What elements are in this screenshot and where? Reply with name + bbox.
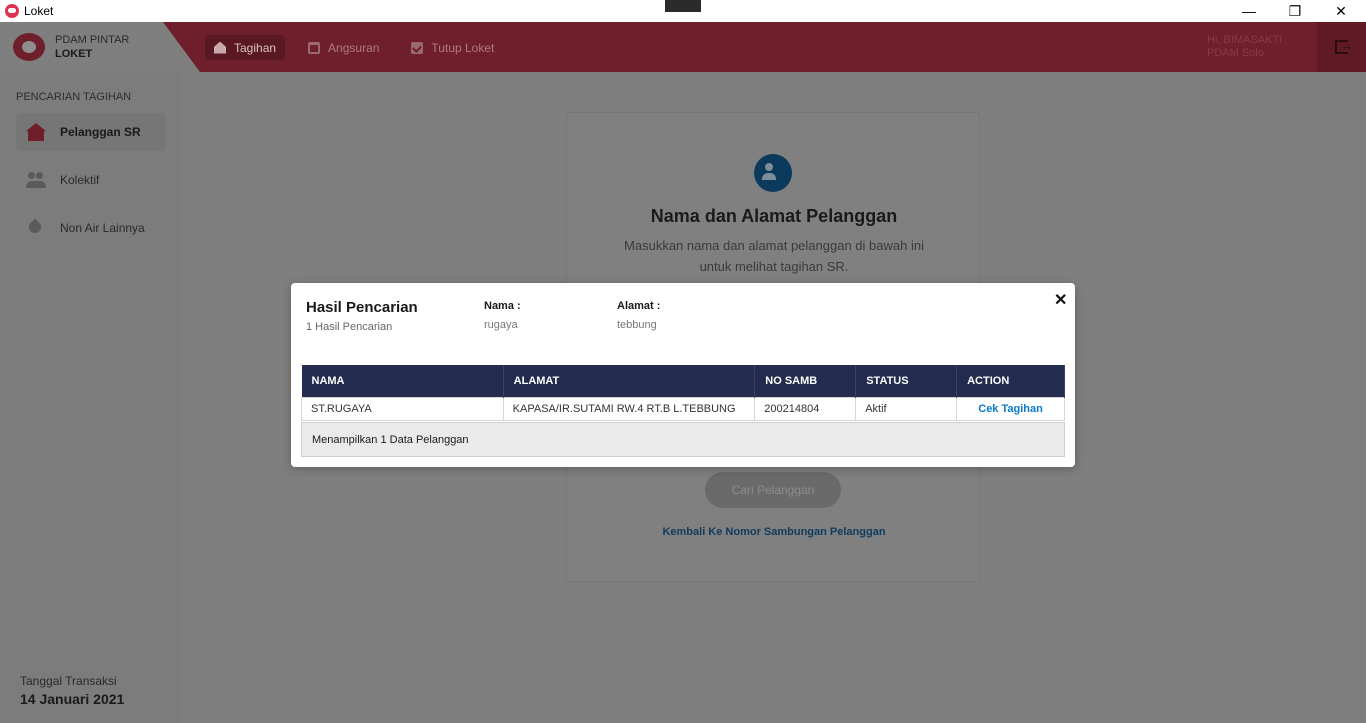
check-square-icon: [411, 41, 424, 54]
sidebar-item-label: Non Air Lainnya: [60, 221, 145, 235]
cell-action: Cek Tagihan: [956, 396, 1065, 421]
home-icon: [214, 41, 226, 54]
nav-tutup-loket-label: Tutup Loket: [431, 40, 495, 55]
table-header-row: NAMA ALAMAT NO SAMB STATUS ACTION: [301, 365, 1065, 397]
window-title-bar: Loket — ❐ ✕: [0, 0, 1366, 22]
cek-tagihan-link[interactable]: Cek Tagihan: [978, 403, 1043, 415]
close-window-button[interactable]: ✕: [1318, 0, 1364, 22]
window-drag-handle[interactable]: [665, 0, 701, 12]
column-header: NO SAMB: [754, 365, 857, 397]
cell-alamat: KAPASA/IR.SUTAMI RW.4 RT.B L.TEBBUNG: [502, 396, 756, 421]
table-footer: Menampilkan 1 Data Pelanggan: [301, 422, 1065, 457]
column-header: ALAMAT: [503, 365, 756, 397]
user-greeting: Hi, BIMASAKTI: [1207, 34, 1283, 46]
search-results-modal: Hasil Pencarian 1 Hasil Pencarian Nama :…: [291, 283, 1075, 467]
address-value: tebbung: [617, 319, 657, 331]
transaction-date-label: Tanggal Transaksi: [20, 674, 117, 688]
logout-button[interactable]: [1317, 22, 1366, 72]
brand-line-2: LOKET: [55, 48, 93, 60]
main-nav: Tagihan Angsuran Tutup Loket: [205, 35, 503, 60]
search-customer-button[interactable]: Cari Pelanggan: [705, 472, 841, 508]
sidebar-section-title: PENCARIAN TAGIHAN: [16, 91, 132, 103]
address-label: Alamat :: [617, 300, 661, 312]
column-header: STATUS: [855, 365, 958, 397]
name-value: rugaya: [484, 319, 518, 331]
nav-angsuran[interactable]: Angsuran: [299, 35, 388, 60]
close-icon[interactable]: ✕: [1054, 290, 1067, 310]
brand-line-1: PDAM PINTAR: [55, 34, 130, 46]
user-org: PDAM Solo: [1207, 47, 1264, 59]
cell-no-samb: 200214804: [754, 396, 857, 421]
sidebar-item-kolektif[interactable]: Kolektif: [16, 161, 166, 199]
pdam-logo-icon: [13, 33, 45, 61]
card-subtitle: Masukkan nama dan alamat pelanggan di ba…: [624, 238, 924, 274]
logout-icon: [1335, 38, 1353, 54]
results-table: NAMA ALAMAT NO SAMB STATUS ACTION ST.RUG…: [301, 365, 1065, 421]
drop-icon: [26, 219, 46, 237]
nav-tagihan-label: Tagihan: [234, 40, 277, 55]
people-icon: [26, 171, 46, 189]
sidebar: PENCARIAN TAGIHAN Pelanggan SR Kolektif …: [0, 72, 181, 723]
cell-status: Aktif: [855, 396, 958, 421]
column-header: NAMA: [301, 365, 504, 397]
calendar-icon: [308, 41, 321, 54]
window-title: Loket: [24, 4, 54, 18]
sidebar-item-label: Pelanggan SR: [60, 125, 141, 139]
maximize-button[interactable]: ❐: [1272, 0, 1318, 22]
transaction-date-value: 14 Januari 2021: [20, 691, 125, 707]
user-search-icon: [754, 154, 792, 192]
modal-result-count: 1 Hasil Pencarian: [306, 321, 393, 333]
cell-nama: ST.RUGAYA: [301, 396, 504, 421]
sidebar-item-pelanggan-sr[interactable]: Pelanggan SR: [16, 113, 166, 151]
sidebar-item-label: Kolektif: [60, 173, 100, 187]
minimize-button[interactable]: —: [1226, 0, 1272, 22]
nav-angsuran-label: Angsuran: [328, 40, 380, 55]
app-logo-icon: [5, 4, 19, 18]
card-title: Nama dan Alamat Pelanggan: [650, 206, 898, 226]
table-row: ST.RUGAYA KAPASA/IR.SUTAMI RW.4 RT.B L.T…: [301, 396, 1065, 421]
user-info: Hi, BIMASAKTI PDAM Solo: [1207, 34, 1282, 60]
house-icon: [26, 123, 46, 141]
back-to-connection-number-link[interactable]: Kembali Ke Nomor Sambungan Pelanggan: [567, 526, 981, 538]
sidebar-item-non-air-lainnya[interactable]: Non Air Lainnya: [16, 209, 166, 247]
nav-tagihan[interactable]: Tagihan: [205, 35, 286, 60]
app-header: PDAM PINTAR LOKET Tagihan Angsuran Tutup…: [0, 22, 1366, 72]
name-label: Nama :: [484, 300, 521, 312]
nav-tutup-loket[interactable]: Tutup Loket: [402, 35, 503, 60]
modal-title: Hasil Pencarian: [306, 299, 418, 316]
brand: PDAM PINTAR LOKET: [0, 22, 200, 72]
column-header: ACTION: [956, 365, 1065, 397]
